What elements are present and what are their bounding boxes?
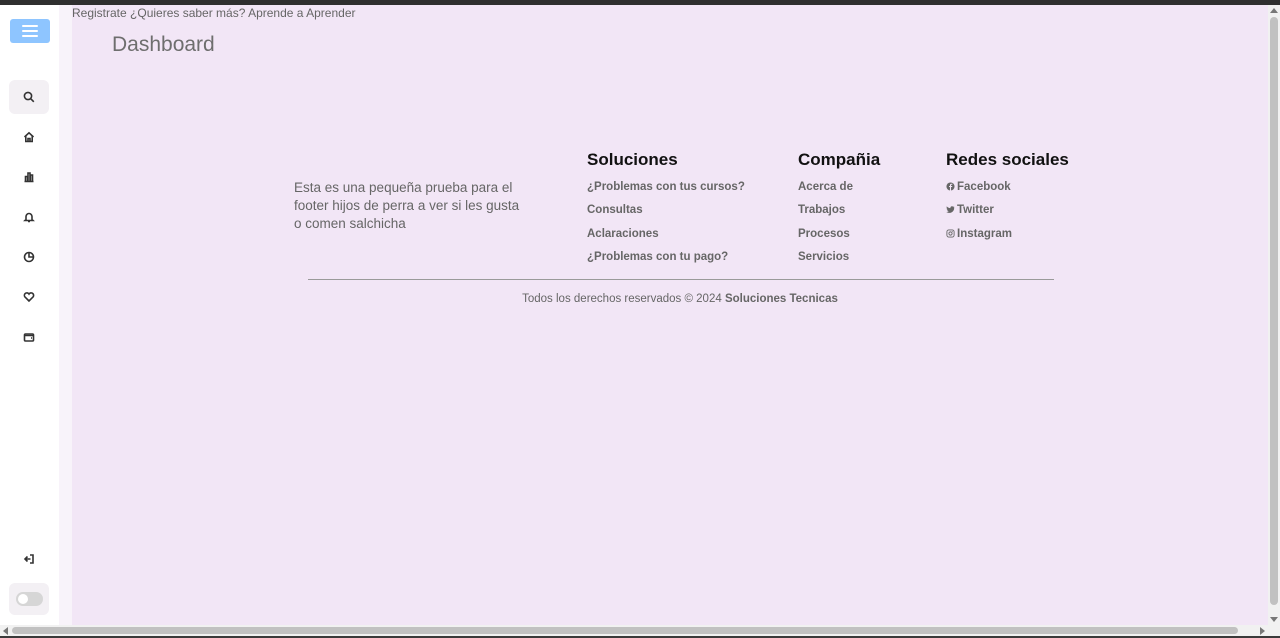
footer-link[interactable]: Aclaraciones bbox=[587, 223, 745, 246]
scroll-up-arrow-icon[interactable] bbox=[1270, 8, 1278, 13]
menu-toggle-button[interactable] bbox=[10, 19, 50, 43]
toggle-knob bbox=[17, 594, 28, 604]
instagram-icon bbox=[946, 229, 955, 238]
logout-icon bbox=[23, 554, 34, 564]
footer-link-twitter[interactable]: Twitter bbox=[946, 199, 1069, 222]
facebook-icon bbox=[946, 182, 955, 191]
theme-toggle[interactable] bbox=[9, 583, 49, 615]
sidebar-item-logout[interactable] bbox=[9, 542, 49, 576]
home-icon bbox=[23, 131, 35, 143]
footer-divider bbox=[308, 279, 1054, 280]
menu-icon-line bbox=[22, 35, 38, 37]
footer-column-redes-sociales: Redes sociales Facebook Twitter Instagra… bbox=[946, 150, 1069, 246]
chart-icon bbox=[24, 172, 34, 183]
footer-column-soluciones: Soluciones ¿Problemas con tus cursos? Co… bbox=[587, 150, 745, 269]
footer-link-label: Facebook bbox=[957, 181, 1011, 193]
sidebar-item-search[interactable] bbox=[9, 80, 49, 114]
pie-chart-icon bbox=[23, 251, 35, 263]
footer-column-title: Soluciones bbox=[587, 150, 678, 169]
sidebar-gap bbox=[59, 5, 72, 625]
sidebar-item-home[interactable] bbox=[9, 120, 49, 154]
footer-link[interactable]: Trabajos bbox=[798, 199, 880, 222]
footer-link-instagram[interactable]: Instagram bbox=[946, 223, 1069, 246]
footer-column-title: Compañia bbox=[798, 150, 881, 169]
vertical-scrollbar[interactable] bbox=[1268, 5, 1280, 625]
horizontal-scroll-thumb[interactable] bbox=[12, 627, 1238, 634]
footer-link[interactable]: Consultas bbox=[587, 199, 745, 222]
footer-link[interactable]: Acerca de bbox=[798, 176, 880, 199]
browser-top-edge bbox=[0, 0, 1280, 5]
menu-icon-line bbox=[22, 30, 38, 32]
footer-link-label: Instagram bbox=[957, 227, 1012, 240]
page-title: Dashboard bbox=[112, 33, 215, 56]
menu-icon bbox=[22, 25, 38, 27]
footer-link-label: Twitter bbox=[957, 204, 994, 217]
scroll-down-arrow-icon[interactable] bbox=[1270, 617, 1278, 622]
wallet-icon bbox=[23, 333, 35, 342]
topbar-text: Registrate ¿Quieres saber más? Aprende a… bbox=[72, 6, 356, 20]
copyright: Todos los derechos reservados © 2024 Sol… bbox=[0, 293, 1280, 305]
copyright-brand: Soluciones Tecnicas bbox=[724, 293, 838, 305]
sidebar bbox=[0, 5, 59, 625]
footer-column-title: Redes sociales bbox=[946, 150, 1069, 169]
twitter-icon bbox=[946, 206, 955, 214]
bell-icon bbox=[23, 212, 35, 223]
scroll-left-arrow-icon[interactable] bbox=[3, 627, 8, 635]
footer-link-facebook[interactable]: Facebook bbox=[946, 176, 1069, 199]
footer-column-compania: Compañia Acerca de Trabajos Procesos Ser… bbox=[798, 150, 880, 269]
copyright-text: Todos los derechos reservados © 2024 bbox=[522, 293, 722, 305]
sidebar-item-wallet[interactable] bbox=[9, 320, 49, 354]
footer-link[interactable]: ¿Problemas con tu pago? bbox=[587, 246, 745, 269]
sidebar-item-notifications[interactable] bbox=[9, 200, 49, 234]
footer-description: Esta es una pequeña prueba para el foote… bbox=[294, 180, 520, 231]
footer-link[interactable]: Procesos bbox=[798, 223, 880, 246]
search-icon bbox=[23, 91, 35, 103]
toggle-track bbox=[15, 592, 43, 606]
sidebar-item-analytics[interactable] bbox=[9, 160, 49, 194]
vertical-scroll-thumb[interactable] bbox=[1270, 17, 1278, 605]
footer-link[interactable]: Servicios bbox=[798, 246, 880, 269]
sidebar-item-reports[interactable] bbox=[9, 240, 49, 274]
scroll-right-arrow-icon[interactable] bbox=[1260, 627, 1265, 635]
horizontal-scrollbar[interactable] bbox=[0, 625, 1280, 636]
footer-link[interactable]: ¿Problemas con tus cursos? bbox=[587, 176, 745, 199]
